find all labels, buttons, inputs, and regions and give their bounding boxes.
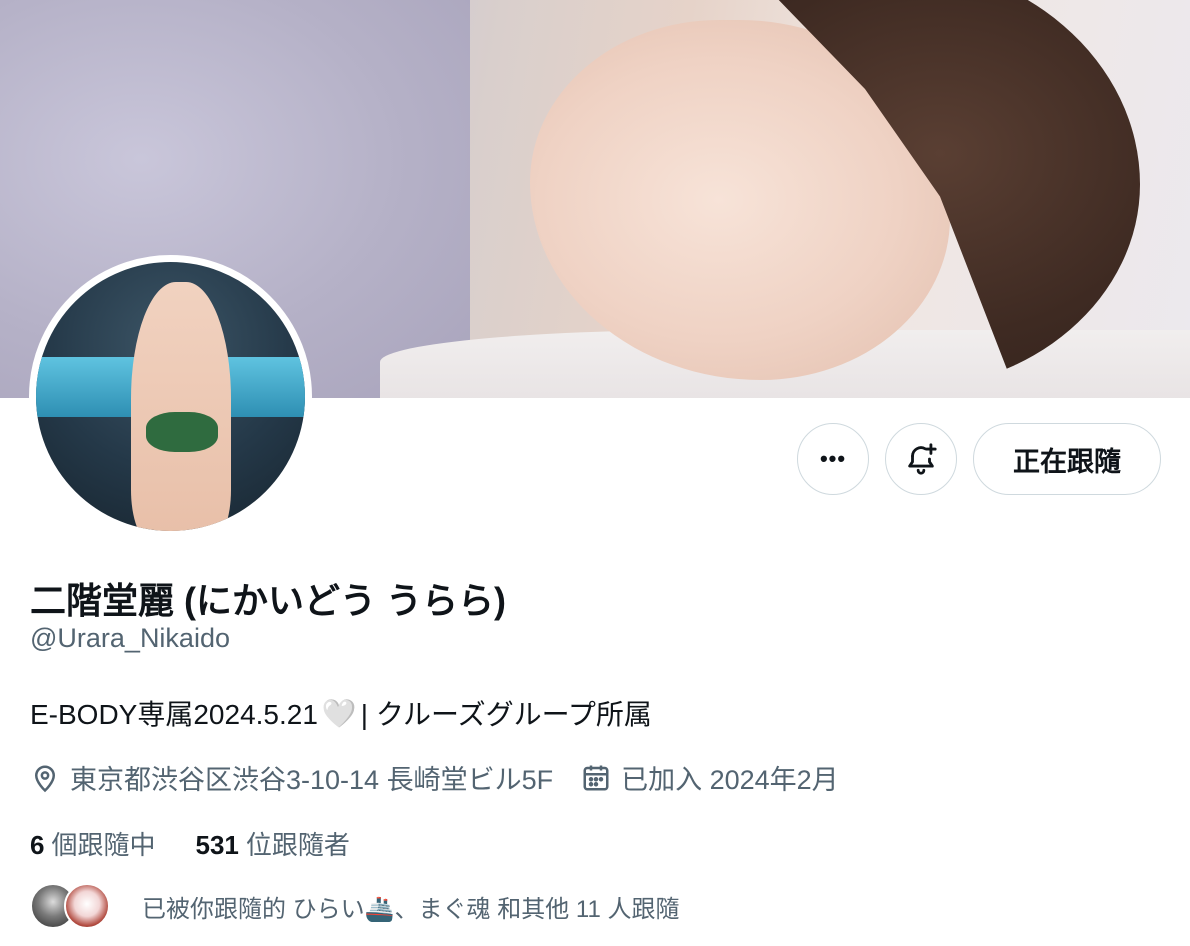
white-heart-icon: 🤍 [321,697,357,729]
more-horizontal-icon: ••• [819,446,847,471]
following-link[interactable]: 6 個跟隨中 [30,825,155,862]
location-item: 東京都渋谷区渋谷3-10-14 長崎堂ビル5F [30,758,553,797]
notifications-button[interactable] [885,423,957,495]
calendar-icon [583,765,609,790]
avatar-bikini-shape [146,412,218,452]
more-options-button[interactable]: ••• [797,423,869,495]
following-button[interactable]: 正在跟隨 [973,423,1161,495]
profile-stats: 6 個跟隨中 531 位跟隨者 [30,825,350,862]
location-text: 東京都渋谷区渋谷3-10-14 長崎堂ビル5F [70,765,554,795]
joined-item: 已加入 2024年2月 [581,758,839,797]
profile-handle: @Urara_Nikaido [30,623,230,653]
bio-text-1: E-BODY専属2024.5.21 [30,699,318,730]
profile-display-name: 二階堂麗 (にかいどう うらら) [30,580,506,621]
profile-meta: 東京都渋谷区渋谷3-10-14 長崎堂ビル5F 已加入 2024年2月 [30,758,839,797]
avatar [64,883,110,929]
profile-bio: E-BODY専属2024.5.21 🤍 | クルーズグループ所属 [30,693,652,733]
location-pin-icon [34,765,56,792]
profile-avatar[interactable] [29,255,312,538]
followers-link[interactable]: 531 位跟隨者 [195,825,349,862]
followers-count: 531 [195,830,239,860]
avatar-figure-shape [131,282,231,531]
followers-you-know-text: 已被你跟隨的 ひらい🚢、まぐ魂 和其他 11 人跟隨 [142,895,680,923]
following-count: 6 [30,830,45,860]
followers-you-know[interactable]: 已被你跟隨的 ひらい🚢、まぐ魂 和其他 11 人跟隨 [30,882,679,930]
bio-text-2: | クルーズグループ所属 [360,699,652,730]
following-label: 個跟隨中 [51,830,156,860]
followers-label: 位跟隨者 [245,830,350,860]
joined-text: 已加入 2024年2月 [621,765,839,795]
bell-plus-icon [908,443,937,475]
